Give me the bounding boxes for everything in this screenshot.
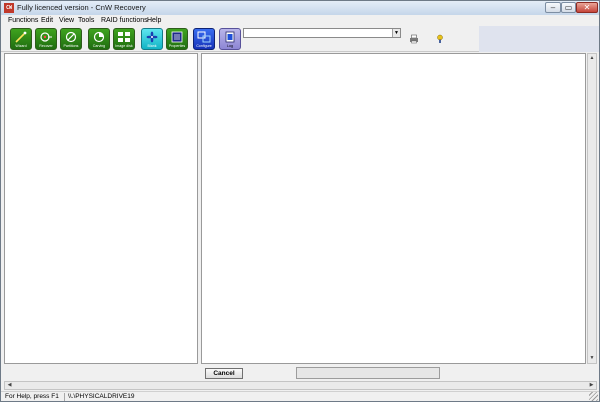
status-separator <box>64 393 65 401</box>
app-logo-icon: CW <box>4 3 14 13</box>
recover-icon <box>40 32 52 42</box>
wand-icon <box>15 31 27 43</box>
log-label: Log <box>227 44 233 48</box>
carving-label: Carving <box>92 44 106 48</box>
chevron-down-icon[interactable]: ▼ <box>392 29 400 37</box>
menu-bar: Functions Edit View Tools RAID functions… <box>1 15 599 26</box>
menu-functions[interactable]: Functions <box>8 16 38 25</box>
fan-icon <box>146 31 158 43</box>
configure-label: Configure <box>196 44 212 48</box>
drive-combo[interactable]: ▼ <box>243 28 401 38</box>
scroll-up-icon[interactable]: ▲ <box>588 54 596 63</box>
maximize-button[interactable]: ▭ <box>561 2 576 13</box>
recover-button[interactable]: Recover <box>35 28 57 50</box>
properties-button[interactable]: Properties <box>166 28 188 50</box>
image-disk-icon <box>118 32 130 42</box>
progress-bar <box>296 367 440 379</box>
properties-icon <box>171 31 183 43</box>
menu-tools[interactable]: Tools <box>78 16 94 25</box>
wizard-button[interactable]: Wizard <box>10 28 32 50</box>
status-drive: \\.\PHYSICALDRIVE19 <box>68 393 135 400</box>
menu-help[interactable]: Help <box>147 16 161 25</box>
properties-label: Properties <box>168 44 186 48</box>
carving-icon <box>93 31 105 43</box>
detail-pane[interactable] <box>201 53 586 364</box>
carving-button[interactable]: Carving <box>88 28 110 50</box>
vertical-scrollbar[interactable]: ▲ ▼ <box>587 53 597 364</box>
scroll-right-icon[interactable]: ▶ <box>587 382 596 389</box>
wizard-label: Wizard <box>15 44 27 48</box>
log-button[interactable]: Log <box>219 28 241 50</box>
close-button[interactable]: ✕ <box>576 2 598 13</box>
window-title: Fully licenced version - CnW Recovery <box>17 3 146 12</box>
configure-button[interactable]: Configure <box>193 28 215 50</box>
menu-view[interactable]: View <box>59 16 74 25</box>
tree-pane[interactable] <box>4 53 198 364</box>
toolbar-right-area <box>479 26 599 52</box>
cancel-button[interactable]: Cancel <box>205 368 243 379</box>
horizontal-scrollbar[interactable]: ◀ ▶ <box>4 381 597 390</box>
printer-icon[interactable] <box>409 34 419 44</box>
log-icon <box>225 31 235 43</box>
scroll-down-icon[interactable]: ▼ <box>588 354 596 363</box>
recover-label: Recover <box>39 44 53 48</box>
help-icon[interactable] <box>435 34 445 44</box>
app-window: CW Fully licenced version - CnW Recovery… <box>0 0 600 402</box>
status-bar: For Help, press F1 \\.\PHYSICALDRIVE19 <box>1 391 599 401</box>
blank-button[interactable]: Blank <box>141 28 163 50</box>
partitions-icon <box>65 31 77 43</box>
image-disk-label: Image disk <box>115 44 133 48</box>
minimize-button[interactable]: – <box>545 2 561 13</box>
configure-icon <box>197 31 211 43</box>
partitions-label: Partitions <box>63 44 79 48</box>
menu-raid-functions[interactable]: RAID functions <box>101 16 148 25</box>
partitions-button[interactable]: Partitions <box>60 28 82 50</box>
title-bar: CW Fully licenced version - CnW Recovery… <box>1 1 599 15</box>
menu-edit[interactable]: Edit <box>41 16 53 25</box>
image-disk-button[interactable]: Image disk <box>113 28 135 50</box>
scroll-left-icon[interactable]: ◀ <box>5 382 14 389</box>
blank-label: Blank <box>147 44 157 48</box>
resize-grip[interactable] <box>589 392 598 401</box>
status-help-text: For Help, press F1 <box>5 393 59 400</box>
